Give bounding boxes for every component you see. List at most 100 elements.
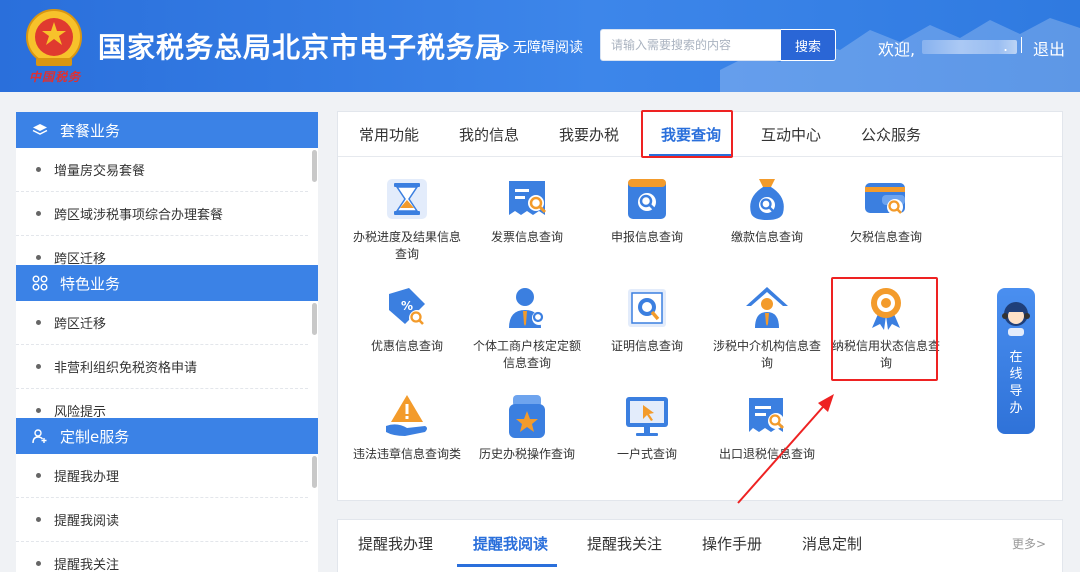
bullet-icon bbox=[36, 320, 41, 325]
sidebar-scrollbar[interactable] bbox=[312, 150, 317, 182]
sidebar-item-label: 提醒我办理 bbox=[54, 470, 120, 485]
bullet-icon bbox=[36, 408, 41, 413]
tile-label: 申报信息查询 bbox=[610, 230, 683, 244]
sidebar-item[interactable]: 跨区迁移 bbox=[16, 301, 308, 345]
sidebar-item[interactable]: 跨区域涉税事项综合办理套餐 bbox=[16, 192, 308, 236]
history-star-icon bbox=[509, 395, 545, 438]
site-title: 国家税务总局北京市电子税务局 bbox=[98, 31, 505, 64]
bullet-icon bbox=[36, 364, 41, 369]
certificate-search-icon bbox=[628, 289, 666, 327]
declaration-search-icon bbox=[628, 179, 666, 219]
more-link[interactable]: 更多> bbox=[1012, 535, 1046, 552]
tile-label: 个体工商户核定定额信息查询 bbox=[472, 339, 581, 370]
sidebar-header-package[interactable]: 套餐业务 bbox=[16, 112, 318, 148]
sidebar-list-custom-e-service: 提醒我办理 提醒我阅读 提醒我关注 bbox=[16, 454, 318, 572]
sidebar-header-custom-e-service[interactable]: 定制e服务 bbox=[16, 418, 318, 454]
sidebar-header-featured[interactable]: 特色业务 bbox=[16, 265, 318, 301]
sidebar-header-label: 定制e服务 bbox=[60, 427, 130, 446]
bullet-icon bbox=[36, 517, 41, 522]
sidebar-item-label: 增量房交易套餐 bbox=[54, 164, 146, 179]
tab-remind-read[interactable]: 提醒我阅读 bbox=[473, 533, 548, 554]
tile-declaration-query[interactable]: 申报信息查询 bbox=[588, 175, 706, 246]
sidebar-item[interactable]: 跨区迁移 bbox=[16, 236, 308, 266]
assistant-avatar-icon bbox=[1002, 302, 1030, 336]
search-input[interactable] bbox=[600, 29, 782, 61]
sidebar-item-label: 跨区迁移 bbox=[54, 252, 107, 266]
active-tab-indicator bbox=[649, 154, 733, 157]
tile-preferential-query[interactable]: % 优惠信息查询 bbox=[348, 284, 466, 355]
accessibility-reading-link[interactable]: 无障碍阅读 bbox=[493, 37, 583, 57]
tile-invoice-query[interactable]: 发票信息查询 bbox=[468, 175, 586, 246]
tile-label: 证明信息查询 bbox=[610, 339, 683, 353]
sidebar-header-label: 套餐业务 bbox=[60, 121, 121, 140]
online-guide-text: 在线导办 bbox=[1009, 350, 1023, 416]
invoice-search-icon bbox=[509, 181, 547, 215]
tax-emblem-icon bbox=[26, 9, 82, 66]
sidebar-scrollbar[interactable] bbox=[312, 303, 317, 335]
sidebar-item-label: 跨区域涉税事项综合办理套餐 bbox=[54, 208, 224, 223]
warning-hand-icon bbox=[386, 395, 427, 436]
sidebar-item-label: 提醒我阅读 bbox=[54, 514, 120, 529]
tab-common-functions[interactable]: 常用功能 bbox=[359, 124, 419, 145]
sidebar-item[interactable]: 提醒我阅读 bbox=[16, 498, 308, 542]
main-tabs: 常用功能 我的信息 我要办税 我要查询 互动中心 公众服务 bbox=[338, 112, 1062, 157]
hourglass-icon bbox=[387, 179, 427, 219]
wallet-icon bbox=[865, 183, 905, 215]
agency-house-icon bbox=[746, 287, 788, 328]
emblem-caption: 中国税务 bbox=[28, 70, 81, 84]
tile-label: 一户式查询 bbox=[616, 447, 677, 461]
search-button[interactable]: 搜索 bbox=[781, 29, 836, 61]
tab-interaction-center[interactable]: 互动中心 bbox=[761, 124, 821, 145]
tile-individual-business-query[interactable]: 个体工商户核定定额信息查询 bbox=[468, 284, 586, 372]
tile-label: 涉税中介机构信息查询 bbox=[712, 339, 821, 370]
tab-remind-handle[interactable]: 提醒我办理 bbox=[358, 533, 433, 554]
tile-one-stop-query[interactable]: 一户式查询 bbox=[588, 392, 706, 463]
sidebar-item[interactable]: 提醒我办理 bbox=[16, 454, 308, 498]
sidebar-item[interactable]: 增量房交易套餐 bbox=[16, 148, 308, 192]
discount-tag-icon: % bbox=[389, 288, 425, 326]
tab-public-service[interactable]: 公众服务 bbox=[861, 124, 921, 145]
tile-label: 发票信息查询 bbox=[490, 230, 563, 244]
tab-message-custom[interactable]: 消息定制 bbox=[802, 533, 862, 554]
user-add-icon bbox=[32, 429, 47, 444]
sidebar-list-package: 增量房交易套餐 跨区域涉税事项综合办理套餐 跨区迁移 bbox=[16, 148, 318, 266]
tile-violation-query[interactable]: 违法违章信息查询类 bbox=[348, 392, 466, 463]
tile-label: 优惠信息查询 bbox=[370, 339, 443, 353]
grid-icon bbox=[32, 275, 48, 291]
logout-link[interactable]: 退出 bbox=[1033, 36, 1065, 60]
tile-tax-agency-query[interactable]: 涉税中介机构信息查询 bbox=[708, 284, 826, 372]
bullet-icon bbox=[36, 473, 41, 478]
active-bottom-tab-indicator bbox=[457, 564, 557, 567]
tile-label: 历史办税操作查询 bbox=[478, 447, 575, 461]
sidebar-item[interactable]: 风险提示 bbox=[16, 389, 308, 419]
svg-text:%: % bbox=[401, 299, 413, 313]
sidebar-item[interactable]: 非营利组织免税资格申请 bbox=[16, 345, 308, 389]
sidebar-item[interactable]: 提醒我关注 bbox=[16, 542, 308, 572]
sidebar-header-label: 特色业务 bbox=[60, 274, 121, 293]
sidebar-item-label: 非营利组织免税资格申请 bbox=[54, 361, 198, 376]
tile-history-query[interactable]: 历史办税操作查询 bbox=[468, 392, 586, 463]
sidebar-list-featured: 跨区迁移 非营利组织免税资格申请 风险提示 bbox=[16, 301, 318, 419]
tab-my-info[interactable]: 我的信息 bbox=[459, 124, 519, 145]
layers-icon bbox=[32, 124, 48, 135]
tile-label: 办税进度及结果信息查询 bbox=[352, 230, 461, 261]
bullet-icon bbox=[36, 255, 41, 260]
welcome-suffix: . bbox=[1003, 36, 1009, 55]
tab-query[interactable]: 我要查询 bbox=[661, 124, 721, 145]
bullet-icon bbox=[36, 167, 41, 172]
tile-progress-query[interactable]: 办税进度及结果信息查询 bbox=[348, 175, 466, 263]
tab-manual[interactable]: 操作手册 bbox=[702, 533, 762, 554]
tile-tax-credit-status-query[interactable]: 纳税信用状态信息查询 bbox=[827, 284, 945, 372]
tile-payment-query[interactable]: 缴款信息查询 bbox=[708, 175, 826, 246]
reminder-panel bbox=[337, 519, 1063, 572]
tab-remind-follow[interactable]: 提醒我关注 bbox=[587, 533, 662, 554]
business-person-icon bbox=[509, 288, 546, 328]
credit-medal-icon bbox=[871, 288, 901, 330]
sidebar-scrollbar[interactable] bbox=[312, 456, 317, 488]
tile-label: 缴款信息查询 bbox=[730, 230, 803, 244]
tile-certificate-query[interactable]: 证明信息查询 bbox=[588, 284, 706, 355]
accessibility-label: 无障碍阅读 bbox=[513, 40, 583, 56]
monitor-cursor-icon bbox=[626, 397, 668, 436]
tile-tax-arrears-query[interactable]: 欠税信息查询 bbox=[827, 175, 945, 246]
tab-file-tax[interactable]: 我要办税 bbox=[559, 124, 619, 145]
